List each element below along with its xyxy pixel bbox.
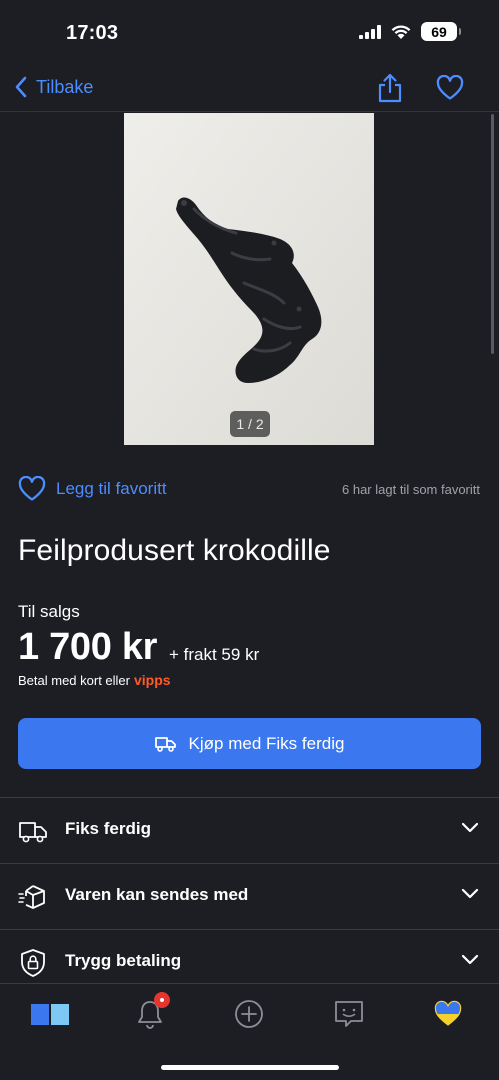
licorice-crocodile-photo [124,113,374,445]
payment-info: Betal med kort eller vipps [18,672,171,688]
chevron-down-icon [461,954,479,965]
back-button[interactable]: Tilbake [14,76,93,98]
tab-new-ad[interactable] [227,996,271,1032]
status-time: 17:03 [66,22,119,44]
scrollbar[interactable] [491,114,494,354]
accordion-fiks-ferdig[interactable]: Fiks ferdig [0,798,499,863]
payment-text: Betal med kort eller [18,672,130,688]
image-counter: 1 / 2 [230,411,270,437]
package-icon [18,885,45,909]
status-bar: 17:03 69 [0,0,499,66]
price: 1 700 kr [18,626,158,668]
accordion-label: Varen kan sendes med [65,885,249,904]
home-indicator[interactable] [161,1065,339,1070]
favorite-count: 6 har lagt til som favoritt [342,482,480,497]
tab-home[interactable] [28,996,72,1032]
add-favorite-label: Legg til favoritt [56,479,167,498]
status-icons: 69 [359,22,461,41]
nav-bar: Tilbake [0,66,499,112]
shipping-price: + frakt 59 kr [169,645,260,664]
chevron-down-icon [461,822,479,833]
chat-icon [335,1001,363,1027]
truck-icon [19,822,47,843]
heart-outline-icon [18,476,46,501]
favorite-top-button[interactable] [436,74,464,106]
product-image[interactable] [124,113,374,445]
accordion-shipping[interactable]: Varen kan sendes med [0,864,499,929]
shield-lock-icon [21,949,45,977]
back-label: Tilbake [36,76,94,97]
chevron-down-icon [461,888,479,899]
listing-title: Feilprodusert krokodille [18,534,331,567]
notification-badge [154,992,170,1008]
book-icon [31,1004,69,1025]
wifi-icon [391,25,411,39]
favorite-row: Legg til favoritt 6 har lagt til som fav… [18,476,482,504]
plus-circle-icon [235,1000,263,1028]
add-favorite-button[interactable]: Legg til favoritt [18,476,167,502]
heart-icon [434,1000,462,1026]
tab-notifications[interactable] [128,992,172,1032]
heart-outline-icon [436,74,464,100]
accordion-label: Trygg betaling [65,951,182,970]
buy-button-label: Kjøp med Fiks ferdig [188,733,345,753]
accordion-label: Fiks ferdig [65,819,151,838]
share-icon [378,73,402,103]
buy-button[interactable]: Kjøp med Fiks ferdig [18,718,481,769]
tab-favorites[interactable] [426,996,470,1032]
battery-indicator: 69 [421,22,461,41]
chevron-left-icon [15,76,27,98]
delivery-truck-icon [154,736,176,752]
sale-label: Til salgs [18,602,80,621]
vipps-logo: vipps [134,672,171,688]
share-button[interactable] [376,72,404,109]
cellular-signal-icon [359,24,381,39]
tab-messages[interactable] [327,996,371,1032]
